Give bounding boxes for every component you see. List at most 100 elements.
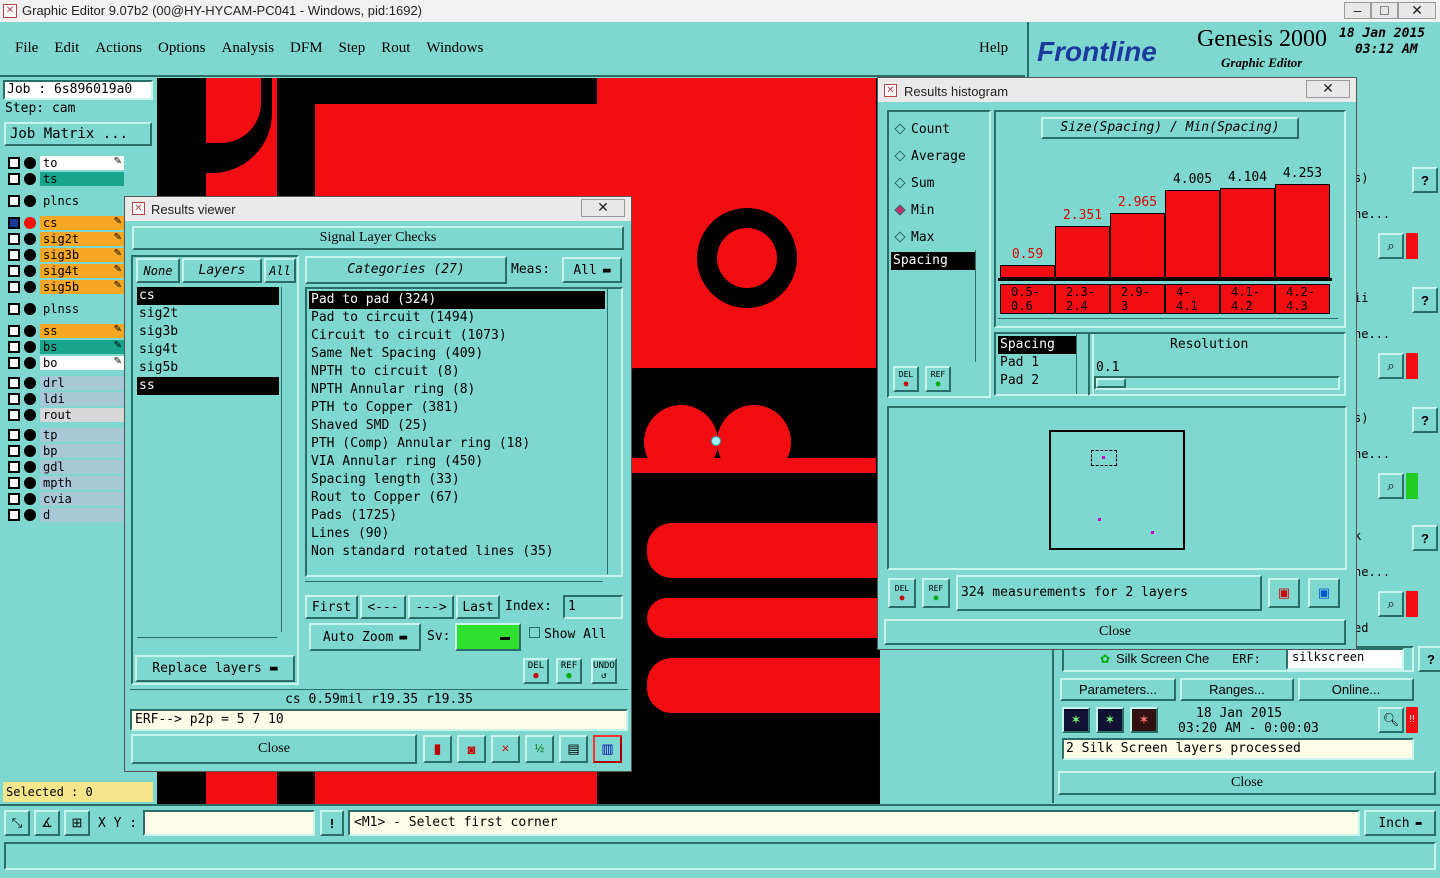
menu-step[interactable]: Step [339,40,366,57]
option-max[interactable]: Max [891,224,989,251]
category-item[interactable]: Pads (1725) [309,507,605,525]
result-layer-item[interactable]: cs [137,287,279,305]
edit-icon[interactable]: ✎ [114,324,122,335]
layer-row-mpth[interactable]: mpth [6,476,124,491]
categories-hscroll[interactable] [305,581,603,591]
layer-checkbox[interactable] [8,281,20,293]
category-item[interactable]: Rout to Copper (67) [309,489,605,507]
layer-row-d[interactable]: d [6,508,124,523]
layer-checkbox[interactable] [8,509,20,521]
menu-edit[interactable]: Edit [54,40,79,57]
layer-row-cs[interactable]: cs ✎ [6,216,124,231]
minimize-icon[interactable]: – [1344,2,1371,19]
layer-checkbox[interactable] [8,357,20,369]
zoom-icon[interactable]: 🔍︎ [1378,707,1404,733]
layer-row-sig5b[interactable]: sig5b ✎ [6,280,124,295]
result-layer-item[interactable]: sig3b [137,323,279,341]
layer-checkbox[interactable] [8,157,20,169]
histogram-icon[interactable]: ▥ [593,735,622,763]
preview-del-button[interactable]: DEL ● [888,578,916,608]
histogram-close-button[interactable]: Close [884,619,1346,645]
close-icon[interactable]: ✕ [1398,2,1436,19]
zoom-icon[interactable]: ⌕ [1378,353,1404,379]
edit-icon[interactable]: ✎ [114,156,122,167]
layer-checkbox[interactable] [8,341,20,353]
xy-input[interactable] [143,810,315,836]
alert-button[interactable]: ! [320,810,344,836]
layer-row-sig2t[interactable]: sig2t ✎ [6,232,124,247]
next-button[interactable]: ---> [408,595,454,619]
layer-row-ldi[interactable]: ldi [6,392,124,407]
layers-hscroll[interactable] [137,637,277,649]
layer-checkbox[interactable] [8,377,20,389]
category-item[interactable]: Lines (90) [309,525,605,543]
measure-icon[interactable]: ∡ [34,810,60,836]
menu-dfm[interactable]: DFM [290,40,323,57]
result-layer-item[interactable]: sig4t [137,341,279,359]
run-step-icon[interactable]: ✶ [1096,707,1124,733]
categories-button[interactable]: Categories (27) [305,256,507,284]
radio-icon[interactable] [894,177,906,189]
layer-row-ts[interactable]: ts [6,172,124,187]
measures-scrollbar[interactable] [975,250,987,362]
help-button[interactable]: ? [1412,287,1438,313]
layer-row-plncs[interactable]: plncs [6,194,124,209]
menu-analysis[interactable]: Analysis [222,40,275,57]
parameters-button[interactable]: Parameters... [1060,678,1176,701]
show-all-checkbox[interactable] [529,627,540,638]
histogram-bar[interactable] [1220,187,1275,278]
sv-color-dropdown[interactable]: ▬ [455,623,521,651]
layer-checkbox[interactable] [8,195,20,207]
close-icon[interactable]: ✕ [581,199,625,217]
histogram-bar[interactable] [1165,189,1220,278]
layer-row-bs[interactable]: bs ✎ [6,340,124,355]
ranges-button[interactable]: Ranges... [1180,678,1294,701]
layer-row-plnss[interactable]: plnss [6,302,124,317]
last-button[interactable]: Last [456,595,500,619]
attr-item[interactable]: Pad 1 [998,354,1076,372]
right-close-button[interactable]: Close [1058,771,1436,795]
layer-checkbox[interactable] [8,493,20,505]
category-item[interactable]: NPTH to circuit (8) [309,363,605,381]
radio-icon[interactable] [894,123,906,135]
layer-row-gdl[interactable]: gdl [6,460,124,475]
help-button[interactable]: ? [1412,525,1438,551]
edit-icon[interactable]: ✎ [114,216,122,227]
result-layer-item[interactable]: sig5b [137,359,279,377]
menu-options[interactable]: Options [158,40,206,57]
layer-row-sig4t[interactable]: sig4t ✎ [6,264,124,279]
menu-rout[interactable]: Rout [381,40,410,57]
category-item[interactable]: Same Net Spacing (409) [309,345,605,363]
preview-ref-button[interactable]: REF ● [922,578,950,608]
chart-hscroll[interactable] [998,318,1338,326]
attr-item[interactable]: Spacing [998,336,1076,354]
hist-del-button[interactable]: DEL ● [893,366,919,392]
del-button[interactable]: DEL ● [523,658,549,684]
help-button[interactable]: ? [1412,407,1438,433]
first-button[interactable]: First [305,595,358,619]
histogram-bar[interactable] [1110,212,1165,278]
layer-checkbox[interactable] [8,393,20,405]
category-item[interactable]: Pad to pad (324) [309,291,605,309]
erf-field[interactable]: silkscreen [1286,648,1404,670]
category-item[interactable]: PTH (Comp) Annular ring (18) [309,435,605,453]
layer-checkbox[interactable] [8,477,20,489]
category-item[interactable]: Pad to circuit (1494) [309,309,605,327]
layer-row-bo[interactable]: bo ✎ [6,356,124,371]
layer-checkbox[interactable] [8,325,20,337]
histogram-bar[interactable] [1055,226,1110,278]
option-count[interactable]: Count [891,116,989,143]
run-icon[interactable]: ✶ [1062,707,1090,733]
layer-checkbox[interactable] [8,303,20,315]
category-item[interactable]: Non standard rotated lines (35) [309,543,605,561]
radio-icon[interactable] [894,150,906,162]
menu-actions[interactable]: Actions [95,40,142,57]
categories-scrollbar[interactable] [607,289,621,574]
results-icon[interactable]: ▮ [423,735,452,763]
one-two-icon[interactable]: ½ [525,735,554,763]
zoom-all-icon[interactable]: ▣ [1308,578,1340,608]
category-item[interactable]: Shaved SMD (25) [309,417,605,435]
layer-checkbox[interactable] [8,429,20,441]
layer-row-sig3b[interactable]: sig3b ✎ [6,248,124,263]
close-icon[interactable]: ✕ [1306,80,1350,98]
